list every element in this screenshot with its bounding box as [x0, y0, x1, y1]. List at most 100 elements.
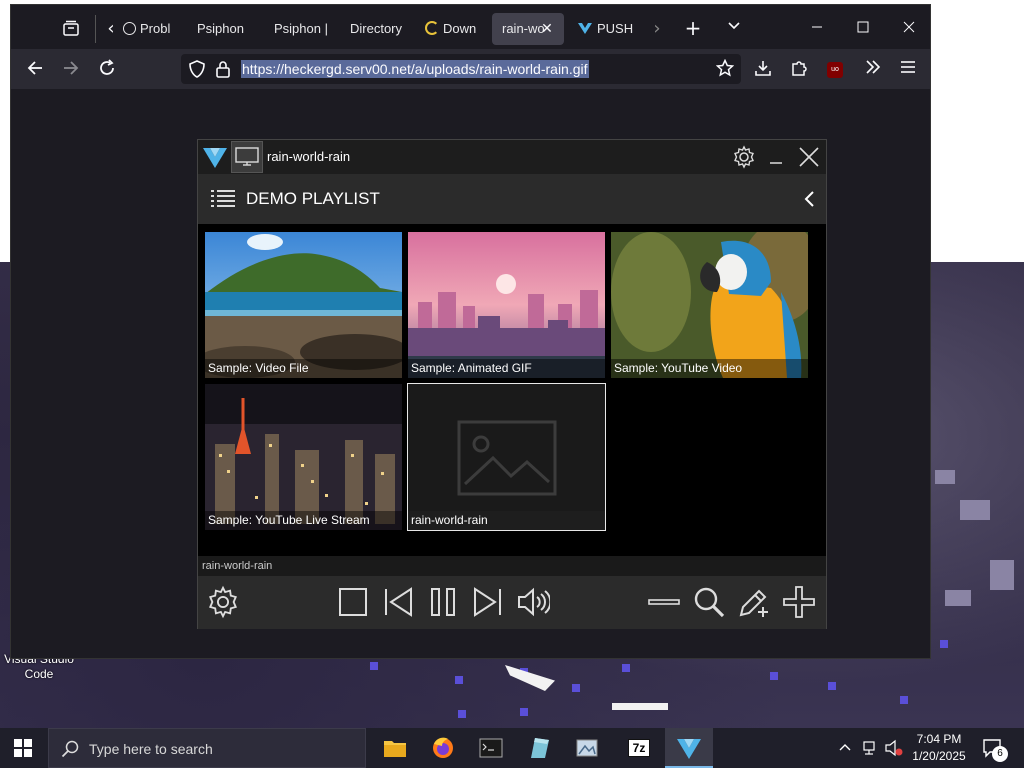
zoom-in-plus-icon[interactable] [782, 585, 818, 621]
media-player-window: rain-world-rain DEMO PLAYLIST Sample: Vi… [197, 139, 827, 629]
playlist-item-rain-world-rain[interactable]: rain-world-rain [407, 383, 606, 531]
player-close-icon[interactable] [798, 146, 820, 168]
tab-psiphon[interactable]: Psiphon [197, 13, 263, 45]
player-title: rain-world-rain [267, 149, 351, 164]
player-options-gear-icon[interactable] [206, 585, 242, 621]
playlist-grid: Sample: Video File Sample: Animated GIF [198, 224, 826, 556]
tab-directory[interactable]: Directory [350, 13, 416, 45]
player-controls [198, 576, 826, 629]
image-viewer-icon [576, 739, 598, 757]
search-placeholder: Type here to search [89, 741, 213, 757]
image-placeholder-icon [457, 420, 557, 496]
show-hidden-icons-chevron-icon[interactable] [838, 740, 854, 756]
tab-favicon-icon [123, 22, 136, 35]
monitor-icon [235, 147, 259, 166]
volume-icon[interactable] [516, 585, 552, 621]
downloads-icon[interactable] [753, 59, 773, 79]
player-minimize-icon[interactable] [768, 150, 784, 166]
playlist-item-label: rain-world-rain [408, 511, 605, 530]
volume-muted-icon[interactable] [884, 739, 904, 757]
lock-icon[interactable] [215, 60, 233, 78]
player-logo-icon [677, 739, 701, 759]
reload-icon[interactable] [97, 59, 117, 79]
playlist-item-youtube-video[interactable]: Sample: YouTube Video [611, 232, 808, 378]
notes-app-icon [531, 738, 549, 758]
tab-scroll-left-icon[interactable]: ‹ [103, 19, 119, 39]
taskbar: Type here to search 7z 7:04 PM 1/20/2025… [0, 728, 1024, 768]
stop-icon[interactable] [336, 585, 372, 621]
playlist-header: DEMO PLAYLIST [198, 174, 826, 224]
thumbnail-city-sunset-image [408, 232, 605, 378]
terminal-icon [479, 738, 503, 758]
network-icon[interactable] [862, 739, 880, 757]
tab-downloading[interactable]: Down [425, 13, 489, 45]
taskbar-firefox[interactable] [426, 732, 460, 764]
tab-bar: ‹ Probl Psiphon Psiphon | Directory Down… [11, 5, 930, 49]
notification-count-badge: 6 [992, 746, 1008, 762]
playlist-item-label: Sample: Animated GIF [408, 359, 605, 378]
player-logo-icon [203, 148, 227, 168]
playlist-collapse-chevron-icon[interactable] [802, 189, 818, 209]
list-tabs-icon[interactable] [724, 18, 744, 38]
tab-separator [95, 15, 96, 43]
loading-spinner-icon [425, 21, 439, 35]
playlist-item-youtube-live-stream[interactable]: Sample: YouTube Live Stream [205, 384, 402, 530]
taskbar-clock[interactable]: 7:04 PM 1/20/2025 [906, 731, 972, 765]
notifications-button[interactable]: 6 [980, 736, 1010, 762]
taskbar-app-gallery[interactable] [570, 732, 604, 764]
monitor-toggle-button[interactable] [231, 141, 263, 173]
zoom-magnifier-icon[interactable] [692, 585, 728, 621]
7zip-icon: 7z [628, 739, 650, 757]
tab-psiphon-2[interactable]: Psiphon | [274, 13, 340, 45]
taskbar-search-box[interactable]: Type here to search [48, 728, 366, 768]
more-tools-chevrons-icon[interactable] [863, 59, 883, 79]
playlist-item-label: Sample: YouTube Live Stream [205, 511, 402, 530]
tab-problems[interactable]: Probl [123, 13, 175, 45]
player-title-bar: rain-world-rain [198, 140, 826, 174]
start-windows-icon[interactable] [14, 739, 34, 759]
player-settings-gear-icon[interactable] [732, 145, 756, 169]
taskbar-media-player-active[interactable] [665, 728, 713, 768]
close-tab-icon[interactable]: ✕ [539, 19, 555, 39]
taskbar-terminal[interactable] [474, 732, 508, 764]
maximize-window-icon[interactable] [853, 18, 873, 38]
playlist-item-label: Sample: Video File [205, 359, 402, 378]
new-tab-icon[interactable]: + [683, 18, 703, 38]
minimize-window-icon[interactable] [807, 18, 827, 38]
tab-push[interactable]: PUSH [577, 13, 637, 45]
clock-time: 7:04 PM [916, 732, 962, 746]
next-track-icon[interactable] [471, 585, 507, 621]
clock-date: 1/20/2025 [912, 749, 966, 763]
thumbnail-night-city-image [205, 384, 402, 530]
thumbnail-parrot-image [611, 232, 808, 378]
url-bar[interactable]: https://heckergd.serv00.net/a/uploads/ra… [181, 54, 741, 84]
zoom-out-minus-icon[interactable] [647, 585, 683, 621]
tab-scroll-right-icon[interactable]: › [649, 19, 665, 39]
firefox-view-icon[interactable] [61, 19, 81, 39]
playlist-item-animated-gif[interactable]: Sample: Animated GIF [408, 232, 605, 378]
app-menu-hamburger-icon[interactable] [898, 59, 918, 79]
url-text[interactable]: https://heckergd.serv00.net/a/uploads/ra… [241, 60, 589, 78]
back-icon[interactable] [25, 59, 45, 79]
ublock-origin-icon[interactable]: uo [827, 62, 843, 78]
extensions-puzzle-icon[interactable] [789, 59, 809, 79]
pause-icon[interactable] [426, 585, 462, 621]
player-status-bar: rain-world-rain [198, 556, 826, 576]
thumbnail-beach-image [205, 232, 402, 378]
firefox-icon [433, 737, 453, 758]
taskbar-app-notes[interactable] [522, 732, 556, 764]
forward-icon[interactable] [61, 59, 81, 79]
close-window-icon[interactable] [899, 18, 919, 38]
playlist-title: DEMO PLAYLIST [246, 189, 380, 208]
edit-add-pencil-icon[interactable] [737, 585, 773, 621]
bookmark-star-icon[interactable] [715, 58, 735, 79]
playlist-list-icon[interactable] [210, 187, 236, 211]
search-icon [61, 740, 79, 758]
taskbar-7zip[interactable]: 7z [622, 732, 656, 764]
folder-icon [384, 741, 406, 757]
playlist-item-video-file[interactable]: Sample: Video File [205, 232, 402, 378]
player-favicon-icon [578, 23, 592, 34]
tracking-protection-shield-icon[interactable] [189, 60, 207, 78]
previous-track-icon[interactable] [381, 585, 417, 621]
taskbar-file-explorer[interactable] [378, 732, 412, 764]
